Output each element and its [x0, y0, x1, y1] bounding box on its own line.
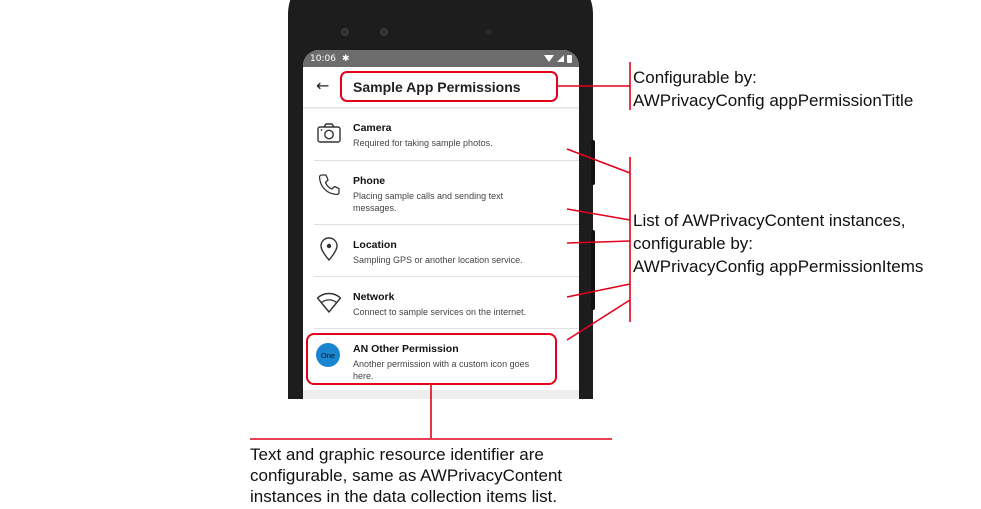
list-bottom-divider [303, 390, 579, 399]
page-title: Sample App Permissions [353, 79, 521, 95]
annotation-line: AWPrivacyConfig appPermissionTitle [633, 91, 914, 110]
item-description: Required for taking sample photos. [353, 138, 493, 148]
status-time: 10:06 [310, 53, 336, 64]
list-item-network[interactable]: Network Connect to sample services on th… [314, 277, 579, 329]
volume-button [591, 230, 595, 310]
item-title: AN Other Permission [353, 343, 459, 355]
list-item-camera[interactable]: Camera Required for taking sample photos… [314, 108, 579, 161]
location-icon [320, 237, 338, 262]
gear-icon: ✱ [341, 53, 350, 64]
annotation-line: configurable, same as AWPrivacyContent [250, 466, 563, 485]
phone-icon [318, 174, 340, 196]
power-button [591, 140, 595, 185]
front-camera-icon [341, 28, 349, 36]
signal-icon [557, 55, 564, 62]
custom-item-annotation: Text and graphic resource identifier are… [250, 444, 562, 507]
camera-icon [317, 123, 341, 143]
proximity-sensor-icon [486, 29, 492, 35]
annotation-line: instances in the data collection items l… [250, 487, 558, 506]
app-bar: ← Sample App Permissions [303, 67, 579, 107]
custom-one-icon: One [316, 343, 340, 367]
item-description: Placing sample calls and sending text me… [353, 191, 504, 213]
item-title: Phone [353, 175, 386, 187]
list-item-location[interactable]: Location Sampling GPS or another locatio… [314, 225, 579, 277]
item-title: Network [353, 291, 395, 303]
battery-icon [567, 54, 572, 63]
item-description: Sampling GPS or another location service… [353, 255, 523, 265]
items-annotation: List of AWPrivacyContent instances, conf… [633, 209, 923, 278]
annotation-line: configurable by: [633, 234, 754, 253]
sensor-icon [380, 28, 388, 36]
phone-screen: 10:06 ✱ ← Sample App Permissions Camera … [303, 50, 579, 399]
status-bar: 10:06 ✱ [303, 50, 579, 67]
wifi-status-icon [544, 55, 554, 62]
annotation-line: List of AWPrivacyContent instances, [633, 211, 906, 230]
title-annotation: Configurable by: AWPrivacyConfig appPerm… [633, 66, 913, 112]
annotation-line: AWPrivacyConfig appPermissionItems [633, 257, 924, 276]
item-title: Location [353, 239, 397, 251]
annotation-line: Configurable by: [633, 68, 757, 87]
annotation-line: Text and graphic resource identifier are [250, 445, 544, 464]
list-item-phone[interactable]: Phone Placing sample calls and sending t… [314, 161, 579, 225]
wifi-icon [316, 292, 342, 313]
back-arrow-icon[interactable]: ← [316, 76, 329, 95]
item-title: Camera [353, 122, 392, 134]
item-description: Another permission with a custom icon go… [353, 359, 530, 381]
list-item-other-permission[interactable]: One AN Other Permission Another permissi… [314, 329, 579, 391]
item-description: Connect to sample services on the intern… [353, 307, 527, 317]
